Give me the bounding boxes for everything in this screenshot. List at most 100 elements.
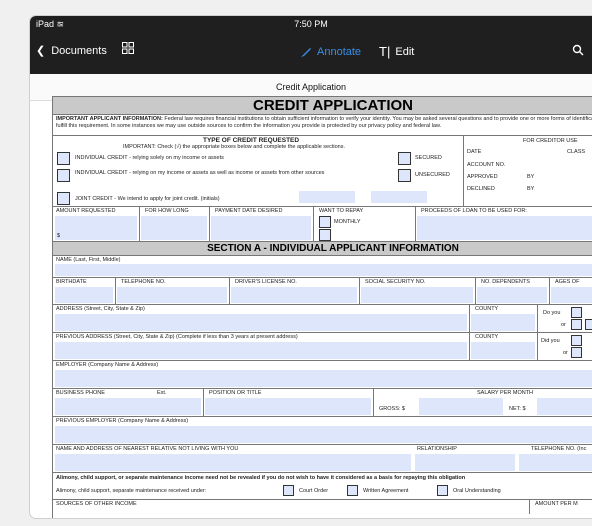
prev-employer-field[interactable]: [55, 426, 592, 443]
did-you-label: Did you: [541, 338, 560, 344]
previous-employer-row: PREVIOUS EMPLOYER (Company Name & Addres…: [53, 417, 592, 445]
birthdate-field[interactable]: [55, 287, 113, 303]
joint-initials-field-2[interactable]: [371, 191, 427, 203]
unsecured-label: UNSECURED: [415, 172, 450, 178]
unsecured-checkbox[interactable]: [398, 169, 411, 182]
status-bar: iPad ≊ 7:50 PM: [30, 16, 592, 32]
app-toolbar: ❮ Documents Annotate T| Edit: [30, 32, 592, 74]
alimony-notice: Alimony, child support, or separate main…: [56, 475, 466, 481]
court-order-checkbox[interactable]: [283, 485, 294, 496]
edit-label: Edit: [395, 45, 415, 58]
documents-back-button[interactable]: ❮ Documents: [36, 44, 107, 58]
court-order-label: Court Order: [299, 488, 329, 494]
or-label: or: [561, 322, 566, 328]
relative-phone-label: TELEPHONE NO. (Inc: [531, 446, 587, 452]
joint-credit-checkbox[interactable]: [57, 192, 70, 205]
chevron-left-icon: ❮: [36, 45, 46, 57]
do-you-label: Do you: [543, 310, 561, 316]
proceeds-field[interactable]: [417, 216, 592, 240]
class-label: CLASS: [567, 149, 586, 155]
gross-field[interactable]: [419, 398, 503, 415]
alimony-row: Alimony, child support, or separate main…: [53, 473, 592, 500]
approved-by-label: BY: [527, 174, 535, 180]
relationship-label: RELATIONSHIP: [417, 446, 457, 452]
individual-credit-checkbox-2[interactable]: [57, 169, 70, 182]
how-long-label: FOR HOW LONG: [145, 208, 189, 214]
dollar-sign: $: [57, 233, 61, 239]
individual-credit-label-2: INDIVIDUAL CREDIT - relying on my income…: [75, 170, 325, 176]
prev-address-field[interactable]: [55, 342, 467, 359]
secured-label: SECURED: [415, 155, 442, 161]
telephone-field[interactable]: [117, 287, 227, 303]
name-field[interactable]: [55, 264, 592, 276]
thumbnail-grid-icon[interactable]: [122, 42, 134, 57]
ipad-screen: iPad ≊ 7:50 PM ❮ Documents Annotate T| E…: [30, 16, 592, 518]
employer-row: EMPLOYER (Company Name & Address): [53, 361, 592, 389]
business-phone-label: BUSINESS PHONE: [56, 390, 105, 396]
written-agreement-checkbox[interactable]: [347, 485, 358, 496]
individual-credit-checkbox-1[interactable]: [57, 152, 70, 165]
form-title: CREDIT APPLICATION: [53, 97, 592, 115]
net-field[interactable]: [537, 398, 592, 415]
employer-field[interactable]: [55, 370, 592, 387]
annotate-button[interactable]: Annotate: [300, 46, 361, 58]
type-note: IMPORTANT: Check (√) the appropriate box…: [123, 144, 346, 150]
ages-label: AGES OF: [555, 279, 580, 285]
address-label: ADDRESS (Street, City, State & Zip): [56, 306, 145, 312]
payment-date-field[interactable]: [211, 216, 311, 240]
oral-understanding-checkbox[interactable]: [437, 485, 448, 496]
license-label: DRIVER'S LICENSE NO.: [235, 279, 297, 285]
want-repay-label: WANT TO REPAY: [319, 208, 364, 214]
info-bold: IMPORTANT APPLICANT INFORMATION:: [56, 116, 163, 122]
salary-label: SALARY PER MONTH: [477, 390, 534, 396]
prev-rent-checkbox[interactable]: [571, 347, 582, 358]
other-housing-checkbox[interactable]: [585, 319, 592, 330]
own-checkbox[interactable]: [571, 307, 582, 318]
status-time: 7:50 PM: [294, 19, 328, 29]
business-phone-field[interactable]: [55, 398, 201, 415]
joint-credit-label: JOINT CREDIT - We intend to apply for jo…: [75, 196, 220, 202]
payment-date-label: PAYMENT DATE DESIRED: [215, 208, 283, 214]
written-agreement-label: Written Agreement: [363, 488, 409, 494]
text-cursor-icon: T|: [379, 44, 391, 59]
county-field[interactable]: [471, 314, 535, 331]
edit-button[interactable]: T| Edit: [379, 44, 414, 59]
id-row: BIRTHDATE TELEPHONE NO. DRIVER'S LICENSE…: [53, 278, 592, 305]
prev-county-field[interactable]: [471, 342, 535, 359]
nearest-relative-label: NAME AND ADDRESS OF NEAREST RELATIVE NOT…: [56, 446, 239, 452]
position-field[interactable]: [205, 398, 371, 415]
proceeds-label: PROCEEDS OF LOAN TO BE USED FOR:: [421, 208, 527, 214]
prev-address-label: PREVIOUS ADDRESS (Street, City, State & …: [56, 334, 298, 340]
loan-terms-row: AMOUNT REQUESTED $ FOR HOW LONG PAYMENT …: [53, 207, 592, 242]
relative-phone-field[interactable]: [519, 454, 592, 471]
credit-type-block: TYPE OF CREDIT REQUESTED IMPORTANT: Chec…: [53, 136, 592, 207]
secured-checkbox[interactable]: [398, 152, 411, 165]
repay-other-checkbox[interactable]: [319, 229, 331, 241]
prev-own-checkbox[interactable]: [571, 335, 582, 346]
joint-initials-field[interactable]: [299, 191, 355, 203]
relationship-field[interactable]: [415, 454, 515, 471]
license-field[interactable]: [231, 287, 357, 303]
applicant-info-notice: IMPORTANT APPLICANT INFORMATION: Federal…: [53, 115, 592, 136]
creditor-use-label: FOR CREDITOR USE: [523, 138, 578, 144]
address-field[interactable]: [55, 314, 467, 331]
nearest-relative-field[interactable]: [55, 454, 411, 471]
amount-requested-label: AMOUNT REQUESTED: [56, 208, 116, 214]
ssn-field[interactable]: [361, 287, 473, 303]
address-row: ADDRESS (Street, City, State & Zip) COUN…: [53, 305, 592, 333]
pen-icon: [301, 47, 311, 57]
back-label: Documents: [51, 44, 107, 57]
rent-checkbox[interactable]: [571, 319, 582, 330]
amount-requested-field[interactable]: [55, 216, 137, 240]
account-no-label: ACCOUNT NO.: [467, 162, 506, 168]
other-income-row: SOURCES OF OTHER INCOME AMOUNT PER M: [53, 500, 592, 514]
dependents-field[interactable]: [477, 287, 547, 303]
ages-field[interactable]: [551, 287, 592, 303]
monthly-checkbox[interactable]: [319, 216, 331, 228]
search-icon[interactable]: [572, 44, 584, 59]
how-long-field[interactable]: [141, 216, 207, 240]
gross-label: GROSS: $: [379, 406, 405, 412]
approved-label: APPROVED: [467, 174, 498, 180]
amount-per-month-label: AMOUNT PER M: [535, 501, 578, 507]
other-income-label: SOURCES OF OTHER INCOME: [56, 501, 137, 507]
